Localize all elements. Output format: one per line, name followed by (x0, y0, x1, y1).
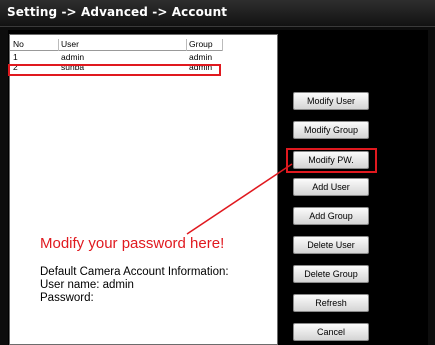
modify-group-button[interactable]: Modify Group (293, 121, 369, 139)
table-header: No User Group (10, 39, 222, 51)
modify-user-button[interactable]: Modify User (293, 92, 369, 110)
title-bar: Setting -> Advanced -> Account (0, 0, 435, 27)
header-no[interactable]: No (13, 39, 24, 49)
add-group-button[interactable]: Add Group (293, 207, 369, 225)
row-user: admin (61, 52, 85, 62)
info-title: Default Camera Account Information: (40, 266, 229, 278)
row-group: admin (189, 52, 213, 62)
add-user-button[interactable]: Add User (293, 178, 369, 196)
header-user[interactable]: User (61, 39, 79, 49)
delete-user-button[interactable]: Delete User (293, 236, 369, 254)
delete-group-button[interactable]: Delete Group (293, 265, 369, 283)
header-group[interactable]: Group (189, 39, 213, 49)
cancel-button[interactable]: Cancel (293, 323, 369, 341)
column-divider (222, 39, 223, 51)
callout-text: Modify your password here! (40, 235, 225, 252)
table-row[interactable]: 1 admin admin (10, 52, 222, 62)
column-divider (186, 39, 187, 51)
breadcrumb: Setting -> Advanced -> Account (7, 5, 228, 19)
info-username: User name: admin (40, 279, 134, 291)
modify-pw-highlight (286, 148, 377, 173)
refresh-button[interactable]: Refresh (293, 294, 369, 312)
row-no: 1 (13, 52, 18, 62)
info-password: Password: (40, 292, 94, 304)
selected-row-highlight (8, 64, 221, 76)
column-divider (58, 39, 59, 51)
